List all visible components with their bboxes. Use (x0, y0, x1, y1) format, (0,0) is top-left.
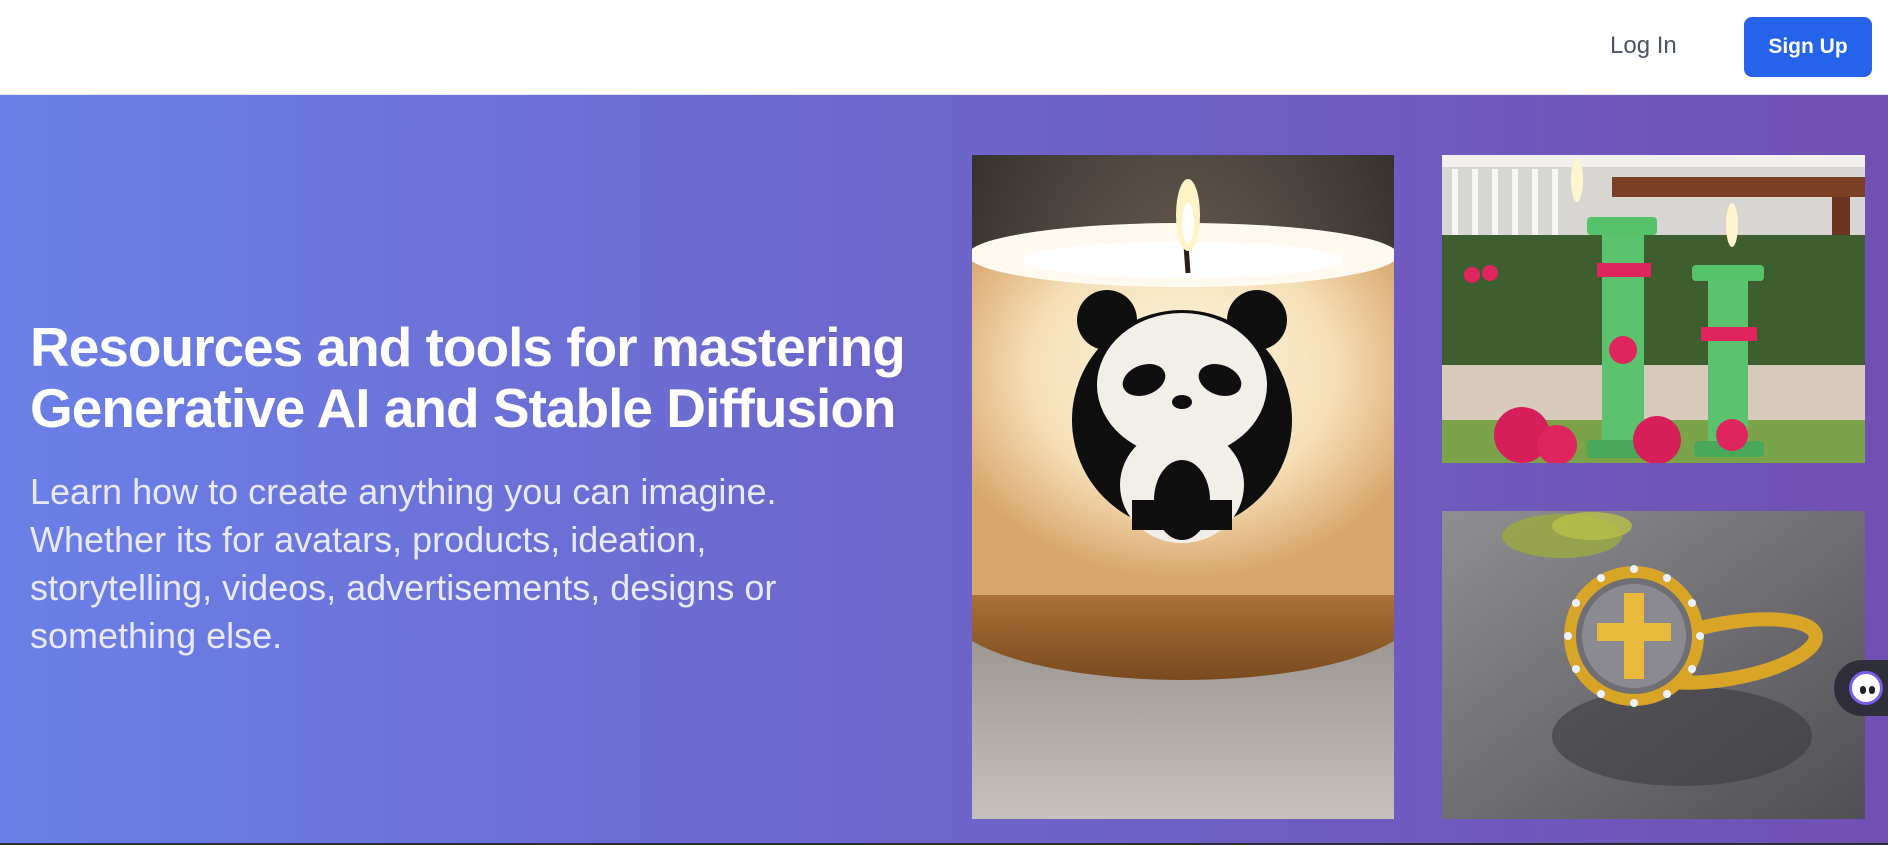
hero-subtitle: Learn how to create anything you can ima… (30, 471, 777, 656)
hero-title-line-1: Resources and tools for mastering (30, 316, 906, 378)
chat-widget-button[interactable] (1834, 660, 1888, 716)
hero-section: Resources and tools for mastering Genera… (0, 95, 1888, 843)
hero-title: Resources and tools for mastering Genera… (30, 317, 930, 439)
top-navbar: Log In Sign Up (0, 0, 1888, 95)
hero-title-line-2: Generative AI and Stable Diffusion (30, 377, 897, 439)
signup-button[interactable]: Sign Up (1744, 17, 1872, 77)
cross-ring-image (1442, 511, 1865, 819)
chat-assistant-icon (1849, 671, 1883, 705)
panda-candle-image (972, 155, 1394, 819)
login-link[interactable]: Log In (1610, 27, 1677, 65)
green-pillar-candles-image (1442, 155, 1865, 463)
